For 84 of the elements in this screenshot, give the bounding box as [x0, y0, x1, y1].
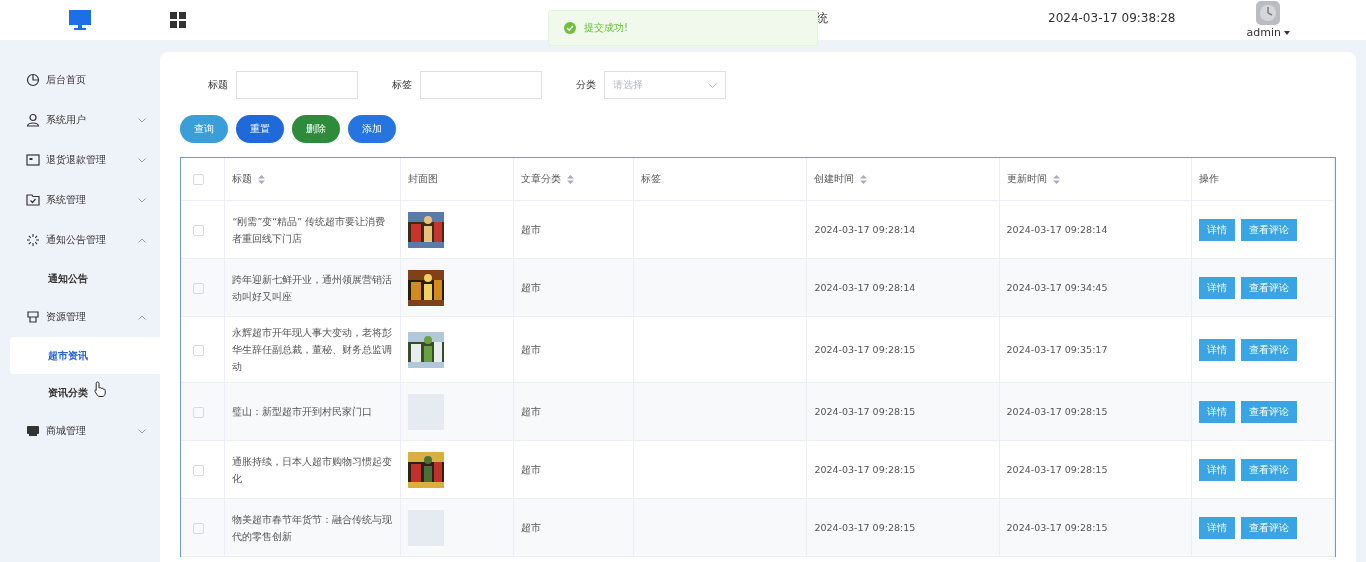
- column-header[interactable]: 创建时间: [814, 172, 868, 186]
- pie-chart-icon: [26, 73, 40, 87]
- caret-icon: [1284, 30, 1290, 35]
- sidebar-item[interactable]: 退货退款管理: [0, 140, 160, 180]
- table-cell-text: 2024-03-17 09:28:15: [1006, 521, 1108, 535]
- table-cell-text: 2024-03-17 09:28:15: [1006, 405, 1108, 419]
- table-cell-text: 物美超市春节年货节：融合传统与现代的零售创新: [232, 512, 394, 544]
- chevron-icon: [138, 157, 146, 163]
- chevron-icon: [138, 428, 146, 434]
- table-cell-text: 跨年迎新七鲜开业，通州领展营销活动叫好又叫座: [232, 272, 394, 304]
- sidebar-item[interactable]: 后台首页: [0, 60, 160, 100]
- menu-icon[interactable]: [170, 12, 186, 28]
- chevron-icon: [138, 117, 146, 123]
- sparkle-icon: [26, 233, 40, 247]
- table-cell-text: 超市: [520, 223, 541, 237]
- box-icon: [26, 310, 40, 324]
- sidebar-item[interactable]: 通知公告管理: [0, 220, 160, 260]
- chevron-icon: [138, 197, 146, 203]
- folder-icon: [26, 193, 40, 207]
- column-header[interactable]: 更新时间: [1006, 172, 1060, 186]
- table-cell-text: 2024-03-17 09:28:14: [1006, 223, 1108, 237]
- sidebar-subitem[interactable]: 通知公告: [10, 260, 160, 297]
- sidebar-subitem[interactable]: 超市资讯: [10, 337, 160, 374]
- table-cell-text: 超市: [520, 521, 541, 535]
- column-header[interactable]: 文章分类: [520, 172, 574, 186]
- column-header[interactable]: 封面图: [408, 172, 439, 186]
- input-field[interactable]: [420, 71, 542, 99]
- sort-icon[interactable]: [860, 174, 868, 184]
- action-button[interactable]: 查询: [180, 115, 228, 143]
- table-cell-text: “刚需”变“精品” 传统超市要让消费者重回线下门店: [232, 214, 387, 246]
- checkbox[interactable]: [193, 464, 204, 476]
- chevron-icon: [138, 314, 146, 320]
- check-icon: [564, 22, 576, 34]
- table-cell-text: 璧山：新型超市开到村民家门口: [232, 405, 373, 419]
- table-cell-text: 永辉超市开年现人事大变动，老将彭华生辞任副总裁，董秘、财务总监调动: [232, 326, 394, 374]
- card-icon: [26, 153, 40, 167]
- checkbox[interactable]: [193, 344, 204, 356]
- monitor-icon[interactable]: [69, 10, 91, 30]
- table-cell-text: 2024-03-17 09:28:15: [1006, 463, 1108, 477]
- checkbox[interactable]: [193, 522, 204, 534]
- sort-icon[interactable]: [566, 174, 574, 184]
- checkbox[interactable]: [193, 224, 204, 236]
- chevron-icon: [138, 237, 146, 243]
- checkbox[interactable]: [193, 406, 204, 418]
- sort-icon[interactable]: [258, 174, 266, 184]
- table-cell-text: 超市: [520, 463, 541, 477]
- action-button[interactable]: 重置: [236, 115, 284, 143]
- monitor-icon: [26, 424, 40, 438]
- table-cell-text: 2024-03-17 09:34:45: [1006, 281, 1108, 295]
- field-label: 分类: [576, 78, 596, 92]
- column-header[interactable]: 标题: [232, 172, 266, 186]
- checkbox[interactable]: [193, 282, 204, 294]
- table-cell-text: 通胀持续，日本人超市购物习惯起变化: [232, 454, 394, 486]
- input-field[interactable]: [236, 71, 358, 99]
- user-menu[interactable]: admin: [1246, 26, 1290, 39]
- action-button[interactable]: 删除: [292, 115, 340, 143]
- field-label: 标题: [208, 78, 228, 92]
- table-cell-text: 超市: [520, 343, 541, 357]
- sidebar-subitem[interactable]: 资讯分类: [10, 374, 160, 411]
- sidebar-item[interactable]: 资源管理: [0, 297, 160, 337]
- column-header[interactable]: 操作: [1198, 172, 1219, 186]
- sort-icon[interactable]: [1052, 174, 1060, 184]
- field-label: 标签: [392, 78, 412, 92]
- hand-cursor-icon: [94, 381, 106, 397]
- table-cell-text: 2024-03-17 09:35:17: [1006, 343, 1108, 357]
- avatar-icon[interactable]: [1256, 1, 1281, 25]
- table-cell-text: 2024-03-17 09:28:14: [814, 281, 916, 295]
- checkbox[interactable]: [193, 174, 204, 185]
- user-icon: [26, 113, 40, 127]
- success-toast: 提交成功!: [548, 10, 818, 46]
- column-header[interactable]: 标签: [641, 172, 662, 186]
- table-cell-text: 超市: [520, 281, 541, 295]
- table-cell-text: 2024-03-17 09:28:14: [814, 223, 916, 237]
- table-cell-text: 2024-03-17 09:28:15: [814, 405, 916, 419]
- table-cell-text: 超市: [520, 405, 541, 419]
- sidebar-item[interactable]: 系统用户: [0, 100, 160, 140]
- table-cell-text: 2024-03-17 09:28:15: [814, 521, 916, 535]
- table-cell-text: 2024-03-17 09:28:15: [814, 343, 916, 357]
- datetime: 2024-03-17 09:38:28: [1048, 11, 1176, 25]
- table-cell-text: 2024-03-17 09:28:15: [814, 463, 916, 477]
- sidebar-item[interactable]: 系统管理: [0, 180, 160, 220]
- action-button[interactable]: 添加: [348, 115, 396, 143]
- chevron-icon: [708, 82, 717, 88]
- sidebar-item[interactable]: 商城管理: [0, 411, 160, 451]
